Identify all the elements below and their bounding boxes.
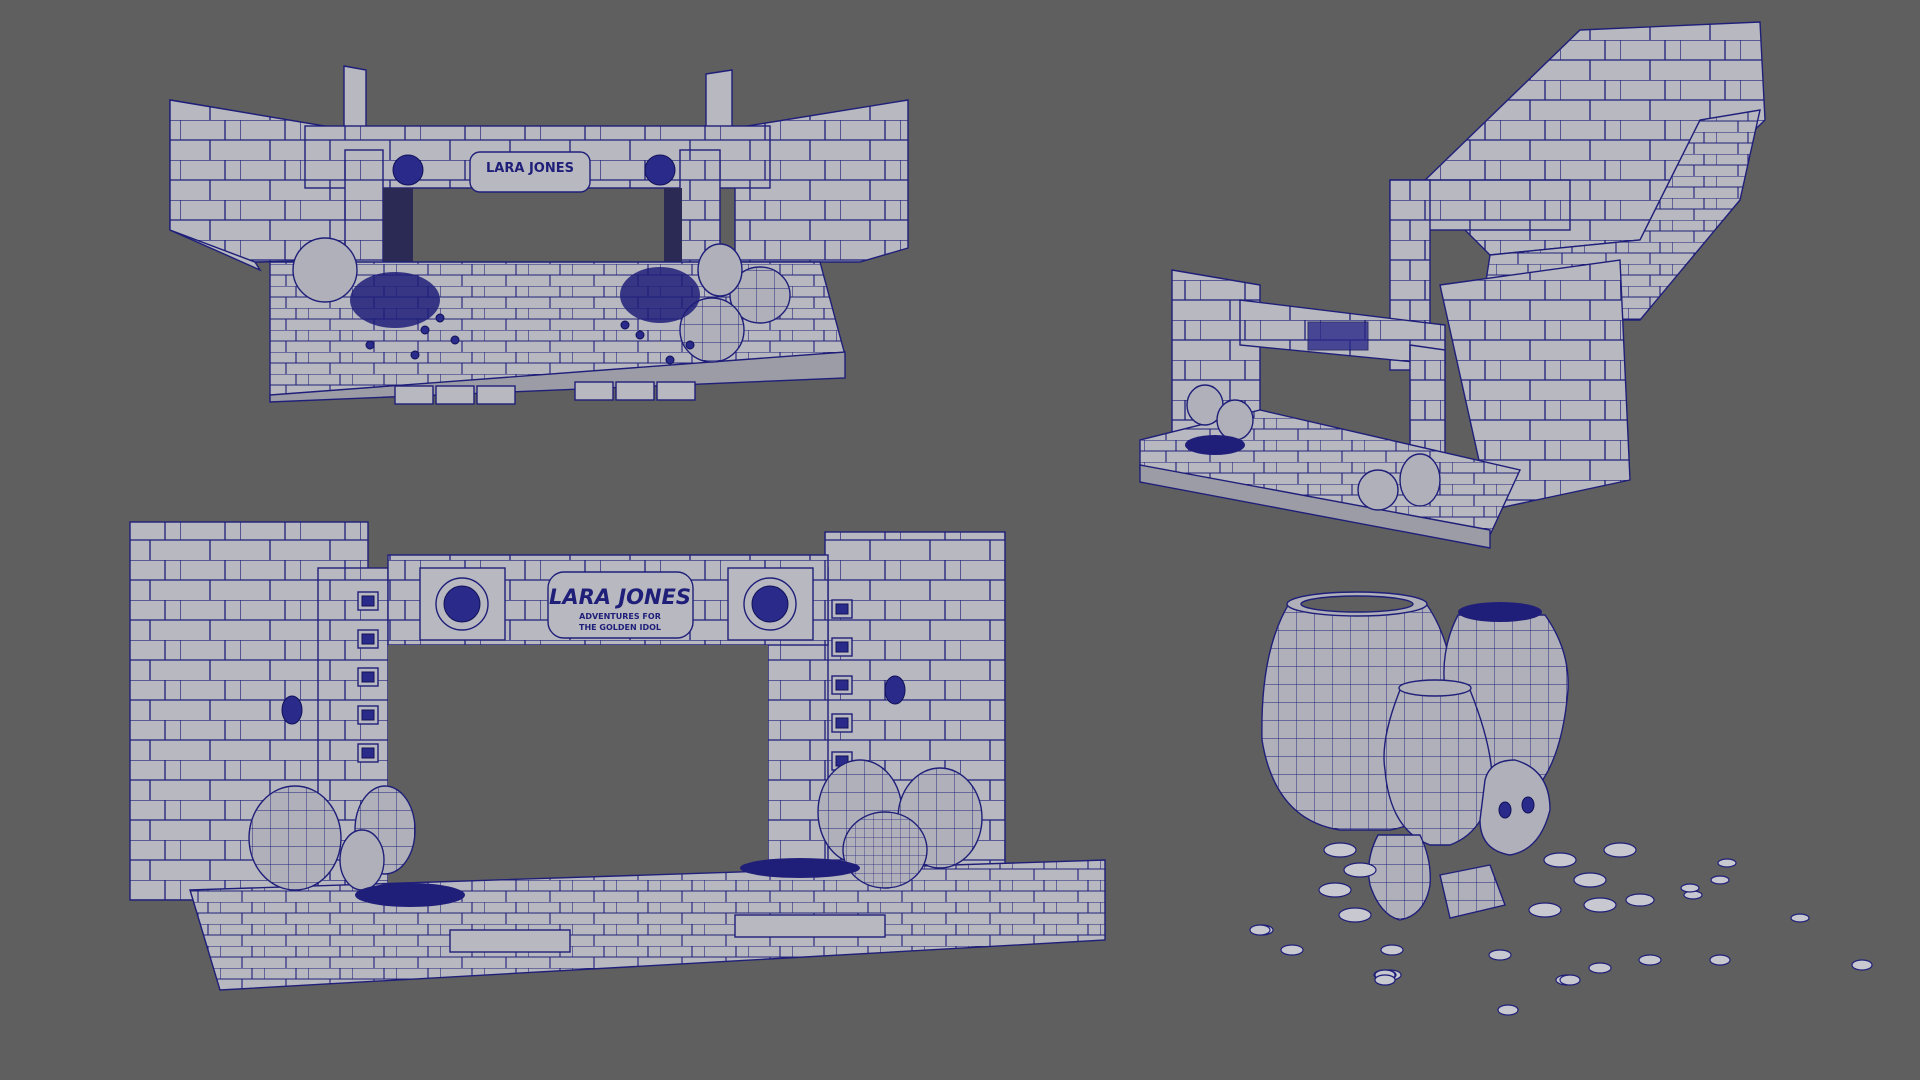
banner-title: LARA JONES bbox=[549, 585, 691, 609]
vase-round bbox=[292, 237, 358, 303]
coin-scatter bbox=[1249, 842, 1873, 1016]
floor-step bbox=[449, 929, 571, 953]
vase-small bbox=[1216, 399, 1254, 441]
step-block bbox=[574, 381, 614, 401]
viewport-canvas: LARA JONES LARA JONES ADVENTURES FOR THE… bbox=[129, 21, 1873, 1016]
small-vase-wire bbox=[1368, 835, 1431, 920]
vase-large-left-wire bbox=[249, 786, 341, 890]
skull-idol bbox=[1479, 759, 1551, 856]
skull-face-left-icon bbox=[443, 585, 481, 623]
corridor-perspective-view[interactable] bbox=[1139, 21, 1766, 549]
step-block bbox=[435, 385, 475, 405]
floor-step bbox=[734, 914, 886, 938]
step-block bbox=[476, 385, 516, 405]
coin-spill-left bbox=[355, 883, 465, 907]
skull-emblem-left-icon bbox=[392, 154, 424, 186]
step-block bbox=[615, 381, 655, 401]
step-block bbox=[394, 385, 434, 405]
large-urn-opening bbox=[1300, 595, 1414, 613]
step-block bbox=[656, 381, 696, 401]
coin-spill bbox=[1185, 435, 1245, 455]
props-closeup-view[interactable] bbox=[1249, 591, 1873, 1016]
banner-subtitle-line1: ADVENTURES FOR bbox=[579, 612, 661, 621]
left-pillar-shadow bbox=[383, 188, 413, 268]
banner-title-small: LARA JONES bbox=[486, 161, 574, 176]
torch-sconce-right-icon bbox=[884, 675, 906, 705]
medium-vase-rim bbox=[1398, 679, 1472, 697]
front-orthographic-view[interactable]: LARA JONES ADVENTURES FOR THE GOLDEN IDO… bbox=[129, 521, 1106, 991]
skull-eye-icon bbox=[1498, 801, 1512, 819]
arch-opening bbox=[388, 645, 768, 885]
front-perspective-view[interactable]: LARA JONES bbox=[169, 65, 909, 405]
vase-small bbox=[697, 243, 743, 297]
torch-sconce-left-icon bbox=[281, 695, 303, 725]
banner-subtitle-line2: THE GOLDEN IDOL bbox=[579, 623, 661, 632]
skull-eye-icon bbox=[1521, 796, 1535, 814]
shield-disc-wire bbox=[843, 812, 927, 888]
vase-small bbox=[1399, 453, 1441, 507]
corridor-banner bbox=[1307, 321, 1369, 351]
right-pillar-shadow bbox=[664, 188, 682, 268]
vase-small-left bbox=[339, 829, 385, 891]
right-pillar-top bbox=[705, 69, 733, 133]
skull-emblem-right-icon bbox=[644, 154, 676, 186]
coin-spill-right bbox=[740, 858, 860, 878]
left-pillar-top bbox=[343, 65, 367, 131]
skull-face-right-icon bbox=[751, 585, 789, 623]
tall-vase-coins bbox=[1458, 602, 1542, 622]
shield-disc bbox=[1357, 469, 1399, 511]
